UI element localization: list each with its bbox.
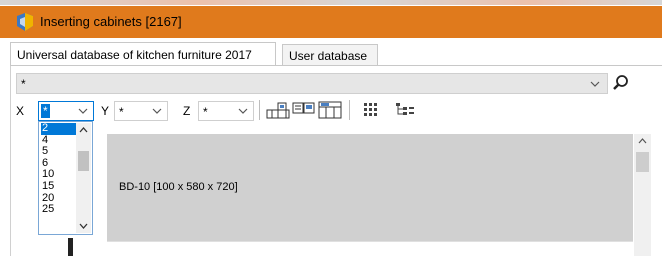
z-label: Z xyxy=(183,104,191,118)
toolbar-separator xyxy=(349,100,350,120)
x-label: X xyxy=(16,104,25,118)
tree-view-icon[interactable] xyxy=(394,101,416,119)
cabinet-item-next[interactable] xyxy=(107,241,633,257)
view-layout-2-icon[interactable] xyxy=(292,101,316,119)
chevron-down-icon xyxy=(238,108,248,114)
y-label: Y xyxy=(101,104,110,118)
tab-bar: Universal database of kitchen furniture … xyxy=(10,42,660,66)
y-dimension-select[interactable]: * xyxy=(114,101,168,121)
title-bar: Inserting cabinets [2167] xyxy=(0,0,662,38)
chevron-up-icon[interactable] xyxy=(78,126,89,134)
dropdown-options: 2 4 5 6 10 15 20 25 xyxy=(41,122,77,216)
scrollbar-thumb[interactable] xyxy=(78,151,89,171)
window-title: Inserting cabinets [2167] xyxy=(40,14,182,29)
chevron-down-icon xyxy=(78,108,88,114)
app-logo-icon xyxy=(17,13,33,31)
dropdown-option[interactable]: 15 xyxy=(41,180,77,193)
dropdown-scrollbar[interactable] xyxy=(76,123,91,233)
title-bar-strip xyxy=(0,0,662,5)
dropdown-option[interactable]: 2 xyxy=(41,122,77,135)
database-filter-select[interactable]: * xyxy=(16,73,608,94)
z-dimension-value: * xyxy=(203,105,208,119)
z-dimension-select[interactable]: * xyxy=(198,101,254,121)
y-dimension-value: * xyxy=(119,105,124,119)
x-dimension-dropdown-list[interactable]: 2 4 5 6 10 15 20 25 xyxy=(38,121,93,235)
x-dimension-value: * xyxy=(41,104,50,118)
grid-view-icon[interactable] xyxy=(362,101,382,119)
chevron-down-icon[interactable] xyxy=(78,222,89,230)
cabinet-item[interactable]: BD-10 [100 x 580 x 720] xyxy=(107,134,633,241)
tab-universal-database[interactable]: Universal database of kitchen furniture … xyxy=(10,42,276,66)
magnifier-icon[interactable] xyxy=(611,73,631,93)
chevron-down-icon xyxy=(152,108,162,114)
chevron-up-icon[interactable] xyxy=(637,137,648,145)
cabinet-list-scrollbar[interactable] xyxy=(634,134,651,256)
x-dimension-select[interactable]: * xyxy=(38,101,94,121)
tab-user-database[interactable]: User database xyxy=(282,44,378,66)
scrollbar-thumb[interactable] xyxy=(636,152,649,172)
view-layout-3-icon[interactable] xyxy=(318,101,342,119)
view-layout-1-icon[interactable] xyxy=(266,101,290,119)
chevron-down-icon xyxy=(590,81,600,87)
dropdown-option[interactable]: 25 xyxy=(41,204,77,216)
database-filter-value: * xyxy=(21,77,26,91)
cabinet-item-label: BD-10 [100 x 580 x 720] xyxy=(119,181,238,193)
toolbar-separator xyxy=(259,100,260,120)
